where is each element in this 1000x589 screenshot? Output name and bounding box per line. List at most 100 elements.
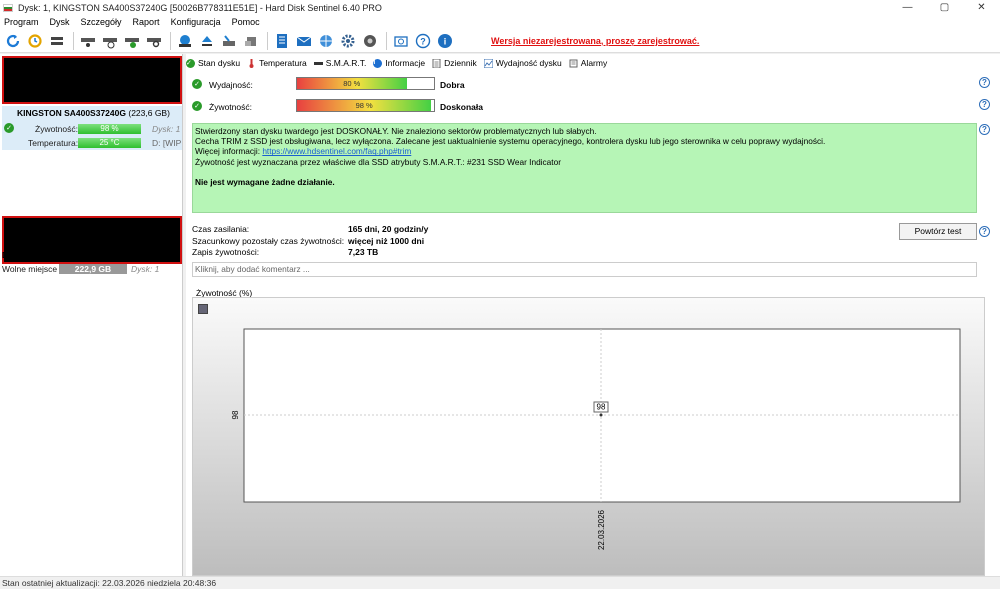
tab-wydajnosc[interactable]: Wydajność dysku <box>483 58 562 68</box>
about-icon[interactable]: i <box>435 31 455 51</box>
disk-thumbnail <box>2 56 182 104</box>
toolbar-separator <box>170 31 171 50</box>
remaining-value: więcej niż 1000 dni <box>348 236 425 246</box>
performance-value: 80 % <box>343 79 361 88</box>
eject-icon[interactable] <box>197 31 217 51</box>
written-value: 7,23 TB <box>348 247 379 257</box>
summary-link-prefix: Więcej informacji: <box>195 146 263 157</box>
menu-program[interactable]: Program <box>4 17 39 27</box>
check-icon: ✓ <box>4 123 14 133</box>
menu-konfiguracja[interactable]: Konfiguracja <box>171 17 221 27</box>
summary-line: Żywotność jest wyznaczana przez właściwe… <box>195 156 561 167</box>
log-icon <box>432 58 441 68</box>
registration-link[interactable]: Wersja niezarejestrowana, proszę zarejes… <box>491 36 699 46</box>
free-space-label: Wolne miejsce <box>2 264 58 274</box>
disk-model: KINGSTON SA400S37240G <box>17 108 126 118</box>
help-icon[interactable]: ? <box>413 31 433 51</box>
partition-disk-ref: Dysk: 1 <box>131 264 160 274</box>
faq-link[interactable]: https://www.hdsentinel.com/faq.php#trim <box>262 146 411 156</box>
data-point <box>599 413 603 417</box>
tab-temperatura[interactable]: Temperatura <box>247 58 307 68</box>
close-button[interactable]: ✕ <box>963 0 1000 15</box>
health-summary: Stwierdzony stan dysku twardego jest DOS… <box>192 123 977 213</box>
power-on-label: Czas zasilania: <box>192 224 250 234</box>
help-icon[interactable]: ? <box>979 77 990 88</box>
disk-temp-value: 25 °C <box>99 138 120 147</box>
comment-input[interactable]: Kliknij, aby dodać komentarz ... <box>192 262 977 277</box>
help-icon[interactable]: ? <box>979 124 990 135</box>
toolbar-separator <box>267 31 268 50</box>
drive-ok-icon[interactable] <box>122 31 142 51</box>
health-label: Żywotność: <box>209 102 252 112</box>
menu-szczegoly[interactable]: Szczegóły <box>81 17 122 27</box>
check-icon: ✓ <box>186 58 195 68</box>
free-space-value: 222,9 GB <box>74 264 112 274</box>
y-tick-label: 98 <box>231 410 240 419</box>
menu-dysk[interactable]: Dysk <box>50 17 70 27</box>
summary-line: Więcej informacji: https://www.hdsentine… <box>195 146 974 156</box>
tab-informacje[interactable]: i Informacje <box>373 58 425 68</box>
svg-text:98: 98 <box>597 403 606 412</box>
summary-action: Nie jest wymagane żadne działanie. <box>195 176 335 187</box>
app-flag-icon <box>3 3 13 12</box>
sound-icon[interactable] <box>360 31 380 51</box>
camera-icon[interactable] <box>391 31 411 51</box>
toolbar-separator <box>73 31 74 50</box>
toolbar-separator <box>386 31 387 50</box>
performance-bar: 80 % <box>296 77 435 90</box>
partition-card[interactable]: D: [WIPING] (223,0 GB) Wolne miejsce 222… <box>0 216 183 282</box>
disk-card[interactable]: KINGSTON SA400S37240G (223,6 GB) ✓ Żywot… <box>0 54 183 152</box>
written-label: Zapis żywotności: <box>192 247 260 257</box>
maximize-button[interactable]: ▢ <box>926 0 963 15</box>
status-bar: Stan ostatniej aktualizacji: 22.03.2026 … <box>0 576 1000 588</box>
performance-rating: Dobra <box>440 80 465 90</box>
repeat-test-button[interactable]: Powtórz test <box>899 223 977 240</box>
disk-health-label: Żywotność: <box>35 124 78 134</box>
data-label: 98 <box>593 401 609 413</box>
performance-label: Wydajność: <box>209 80 253 90</box>
disk-health-bar: 98 % <box>78 124 141 134</box>
window-controls: — ▢ ✕ <box>889 0 1000 15</box>
disk-temp-bar: 25 °C <box>78 138 141 148</box>
tab-label: Temperatura <box>259 58 307 68</box>
help-icon[interactable]: ? <box>979 99 990 110</box>
remaining-label: Szacunkowy pozostały czas żywotności: <box>192 236 345 246</box>
health-rating: Doskonała <box>440 102 483 112</box>
refresh-icon[interactable] <box>3 31 23 51</box>
tab-dziennik[interactable]: Dziennik <box>432 58 477 68</box>
report-icon[interactable] <box>272 31 292 51</box>
disk-surface-icon[interactable] <box>175 31 195 51</box>
disk-name: KINGSTON SA400S37240G (223,6 GB) <box>17 108 170 118</box>
check-icon: ✓ <box>192 101 202 111</box>
drive-test-icon[interactable] <box>78 31 98 51</box>
drive-tools-icon[interactable] <box>219 31 239 51</box>
main-panel: ✓ Stan dysku Temperatura S.M.A.R.T. i In… <box>186 54 1000 576</box>
bell-icon <box>569 59 578 67</box>
disk-health-value: 98 % <box>100 124 119 133</box>
disk-list-panel: KINGSTON SA400S37240G (223,6 GB) ✓ Żywot… <box>0 54 183 576</box>
network-icon[interactable] <box>316 31 336 51</box>
refresh-all-icon[interactable] <box>25 31 45 51</box>
partition-size: (223,0 GB) <box>90 250 132 260</box>
help-icon[interactable]: ? <box>979 226 990 237</box>
menu-bar: Program Dysk Szczegóły Raport Konfigurac… <box>0 15 1000 29</box>
drive-cube-icon[interactable] <box>241 31 261 51</box>
x-tick-label: 22.03.2026 <box>597 509 606 550</box>
svg-text:i: i <box>444 36 447 46</box>
drive-search-icon[interactable] <box>144 31 164 51</box>
minimize-button[interactable]: — <box>889 0 926 15</box>
drive-list-icon[interactable] <box>47 31 67 51</box>
performance-icon <box>483 58 493 68</box>
tab-stan-dysku[interactable]: ✓ Stan dysku <box>186 58 240 68</box>
tab-smart[interactable]: S.M.A.R.T. <box>313 58 366 68</box>
settings-icon[interactable] <box>338 31 358 51</box>
health-chart-panel: 98 98 22.03.2026 <box>192 297 985 576</box>
menu-pomoc[interactable]: Pomoc <box>232 17 260 27</box>
partition-name: D: [WIPING] <box>2 250 51 260</box>
email-icon[interactable] <box>294 31 314 51</box>
summary-line: Stwierdzony stan dysku twardego jest DOS… <box>195 126 597 136</box>
menu-raport[interactable]: Raport <box>133 17 160 27</box>
drive-icon <box>313 61 323 65</box>
tab-alarmy[interactable]: Alarmy <box>569 58 607 68</box>
drive-clock-icon[interactable] <box>100 31 120 51</box>
